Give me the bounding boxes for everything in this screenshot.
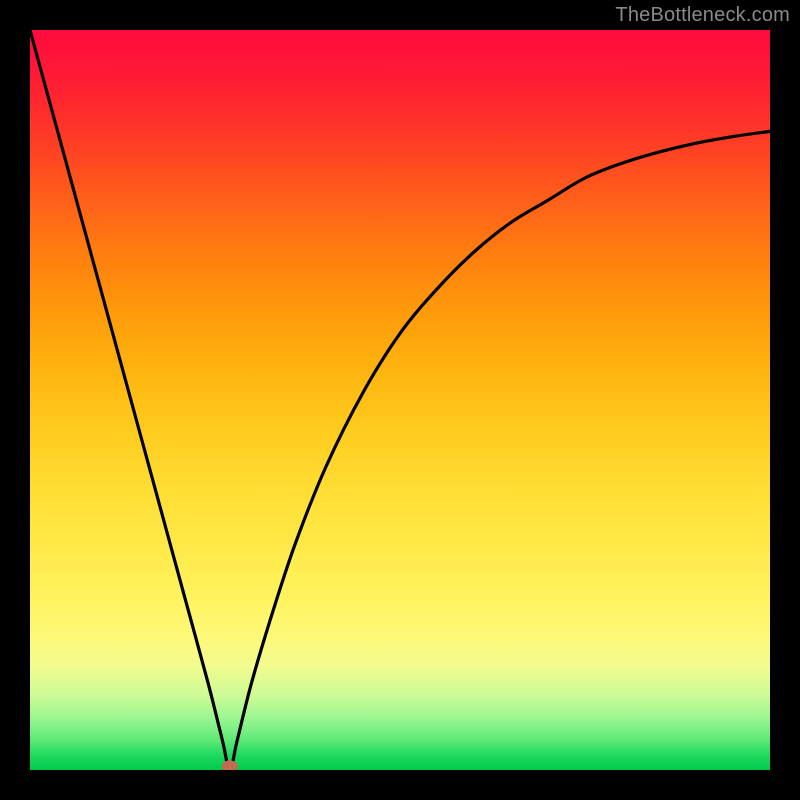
watermark-text: TheBottleneck.com xyxy=(615,4,790,27)
minimum-marker xyxy=(222,760,238,770)
plot-area xyxy=(30,30,770,770)
bottleneck-curve xyxy=(30,30,770,770)
curve-path xyxy=(30,30,770,770)
chart-frame: TheBottleneck.com xyxy=(0,0,800,800)
